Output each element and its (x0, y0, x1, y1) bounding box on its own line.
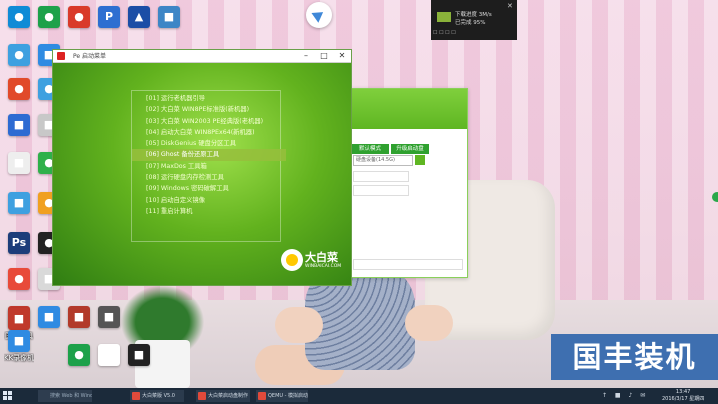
desktop-icon-27[interactable]: ● (64, 344, 94, 366)
desktop-icon-glyph: ● (38, 6, 60, 28)
desktop-icon-26[interactable]: ■ KK录像机 (4, 330, 34, 363)
boot-menu-item[interactable]: [10] 启动自定义镜像 (132, 195, 280, 206)
device-refresh-button[interactable] (415, 155, 425, 165)
taskbar-clock[interactable]: 13:47 2016/3/17 星期四 (662, 389, 704, 403)
window-title: Pe 启动菜单 (73, 53, 107, 60)
clock-date: 2016/3/17 星期四 (662, 396, 705, 402)
taskbar-item-1[interactable]: 大白菜版 V5.0 (130, 390, 184, 402)
desktop-icon-3[interactable]: ● (64, 6, 94, 28)
desktop-icon-glyph: Ps (8, 232, 30, 254)
boot-menu-item[interactable]: [06] Ghost 备份还原工具 (132, 149, 286, 161)
side-orb-icon[interactable] (712, 192, 718, 202)
desktop-icon-glyph: P (98, 6, 120, 28)
tab-upgrade[interactable]: 升级启动盘 (391, 144, 429, 154)
desktop-icon-glyph: ● (8, 6, 30, 28)
boot-menu-item[interactable]: [03] 大白菜 WIN2003 PE经典版(老机器) (132, 116, 280, 127)
pe-boot-window[interactable]: Pe 启动菜单 – □ ✕ [01] 运行老机器引导 [02] 大白菜 WIN8P… (52, 49, 352, 286)
desktop-icon-glyph: ● (8, 268, 30, 290)
desktop-icon-28[interactable]: ■ (94, 344, 124, 366)
window-titlebar[interactable]: Pe 启动菜单 – □ ✕ (53, 50, 351, 63)
maximize-icon[interactable]: □ (315, 50, 333, 62)
desktop-icon-glyph: ■ (8, 308, 30, 330)
taskbar-search[interactable]: 搜索 Web 和 Windows (38, 390, 92, 402)
notification-app-icon (437, 12, 451, 22)
option-box-3[interactable] (353, 259, 463, 270)
desktop-icon-glyph: ■ (8, 192, 30, 214)
watermark: 国丰装机 (551, 334, 718, 380)
minimize-icon[interactable]: – (297, 50, 315, 62)
usb-tool-window[interactable]: 默认模式 升级启动盘 硬盘设备(14.5G) (350, 88, 468, 278)
desktop-icon-9[interactable]: ● (4, 78, 34, 100)
desktop-icon-glyph: ● (68, 6, 90, 28)
desktop-icon-glyph: ■ (68, 306, 90, 328)
desktop-icon-1[interactable]: ● (4, 6, 34, 28)
desktop-icon-19[interactable]: ● (4, 268, 34, 290)
desktop-icon-4[interactable]: P (94, 6, 124, 28)
desktop-icon-23[interactable]: ■ (64, 306, 94, 328)
desktop-icon-5[interactable]: ▲ (124, 6, 154, 28)
option-box-1[interactable] (353, 171, 409, 182)
brand-url: WINBAICAI.COM (305, 264, 342, 269)
baby-arm-right (405, 305, 453, 341)
desktop: ●●●P▲■●■●●■■■●■●Ps●●■■■■■■国丰工具■KK录像机●■■ … (0, 0, 718, 388)
boot-menu-item[interactable]: [09] Windows 密码破解工具 (132, 183, 280, 194)
close-icon[interactable]: ✕ (333, 50, 351, 62)
system-tray[interactable]: ↑ ■ ♪ ✉ (602, 392, 648, 399)
floating-assistant-button[interactable] (306, 2, 332, 28)
notification-line-2: 已完成 95% (455, 20, 486, 26)
boot-menu-item[interactable]: [01] 运行老机器引导 (132, 93, 280, 104)
desktop-icon-glyph: ■ (38, 306, 60, 328)
desktop-icon-label: KK录像机 (4, 354, 34, 362)
desktop-icon-22[interactable]: ■ (34, 306, 64, 328)
desktop-icon-glyph: ■ (98, 344, 120, 366)
taskbar-item-3[interactable]: QEMU - 模拟启动 (256, 390, 308, 402)
brand-logo: 大白菜 WINBAICAI.COM (281, 247, 349, 279)
cabbage-logo-icon (281, 249, 303, 271)
notification-text: 下载进度 3M/s 已完成 95% (455, 11, 492, 27)
notification-actions[interactable]: ☐ ☐ ☐ ☐ (433, 30, 456, 36)
tool-window-header (351, 89, 467, 129)
windows-start-icon[interactable] (3, 391, 13, 401)
taskbar: 搜索 Web 和 Windows 大白菜版 V5.0 大白菜启动盘制作 QEMU… (0, 388, 718, 404)
desktop-icon-6[interactable]: ■ (154, 6, 184, 28)
desktop-icon-glyph: ■ (8, 114, 30, 136)
desktop-icon-glyph: ● (68, 344, 90, 366)
brand-name: 大白菜 (305, 251, 338, 264)
desktop-icon-glyph: ■ (158, 6, 180, 28)
desktop-icon-29[interactable]: ■ (124, 344, 154, 366)
desktop-icon-11[interactable]: ■ (4, 114, 34, 136)
baby-arm-left (275, 307, 323, 343)
clock-time: 13:47 (675, 389, 691, 395)
desktop-icon-glyph: ■ (128, 344, 150, 366)
desktop-icon-13[interactable]: ■ (4, 152, 34, 174)
notification-line-1: 下载进度 3M/s (455, 12, 492, 18)
device-select[interactable]: 硬盘设备(14.5G) (353, 155, 413, 166)
desktop-icon-15[interactable]: ■ (4, 192, 34, 214)
boot-menu: [01] 运行老机器引导 [02] 大白菜 WIN8PE标准版(新机器) [03] … (131, 90, 286, 242)
desktop-icon-glyph: ● (8, 78, 30, 100)
desktop-icon-glyph: ■ (8, 330, 30, 352)
tab-default-mode[interactable]: 默认模式 (351, 144, 389, 154)
desktop-icon-glyph: ● (8, 44, 30, 66)
boot-menu-item[interactable]: [04] 启动大白菜 WIN8PEx64(新机器) (132, 127, 280, 138)
desktop-icon-7[interactable]: ● (4, 44, 34, 66)
download-notification[interactable]: 下载进度 3M/s 已完成 95% ✕ ☐ ☐ ☐ ☐ (431, 0, 517, 40)
boot-menu-item[interactable]: [05] DiskGenius 硬盘分区工具 (132, 138, 280, 149)
desktop-icon-glyph: ▲ (128, 6, 150, 28)
desktop-icon-17[interactable]: Ps (4, 232, 34, 254)
close-icon[interactable]: ✕ (507, 2, 513, 10)
option-box-2[interactable] (353, 185, 409, 196)
app-icon (57, 52, 65, 60)
desktop-icon-glyph: ■ (98, 306, 120, 328)
boot-menu-item[interactable]: [02] 大白菜 WIN8PE标准版(新机器) (132, 104, 280, 115)
tool-window-tabs: 默认模式 升级启动盘 (351, 135, 431, 154)
desktop-icon-glyph: ■ (8, 152, 30, 174)
boot-menu-item[interactable]: [07] MaxDos 工具箱 (132, 161, 280, 172)
desktop-icon-2[interactable]: ● (34, 6, 64, 28)
boot-menu-item[interactable]: [08] 运行硬盘内存检测工具 (132, 172, 280, 183)
boot-menu-item[interactable]: [11] 重启计算机 (132, 206, 280, 217)
taskbar-item-2[interactable]: 大白菜启动盘制作 (196, 390, 250, 402)
desktop-icon-24[interactable]: ■ (94, 306, 124, 328)
